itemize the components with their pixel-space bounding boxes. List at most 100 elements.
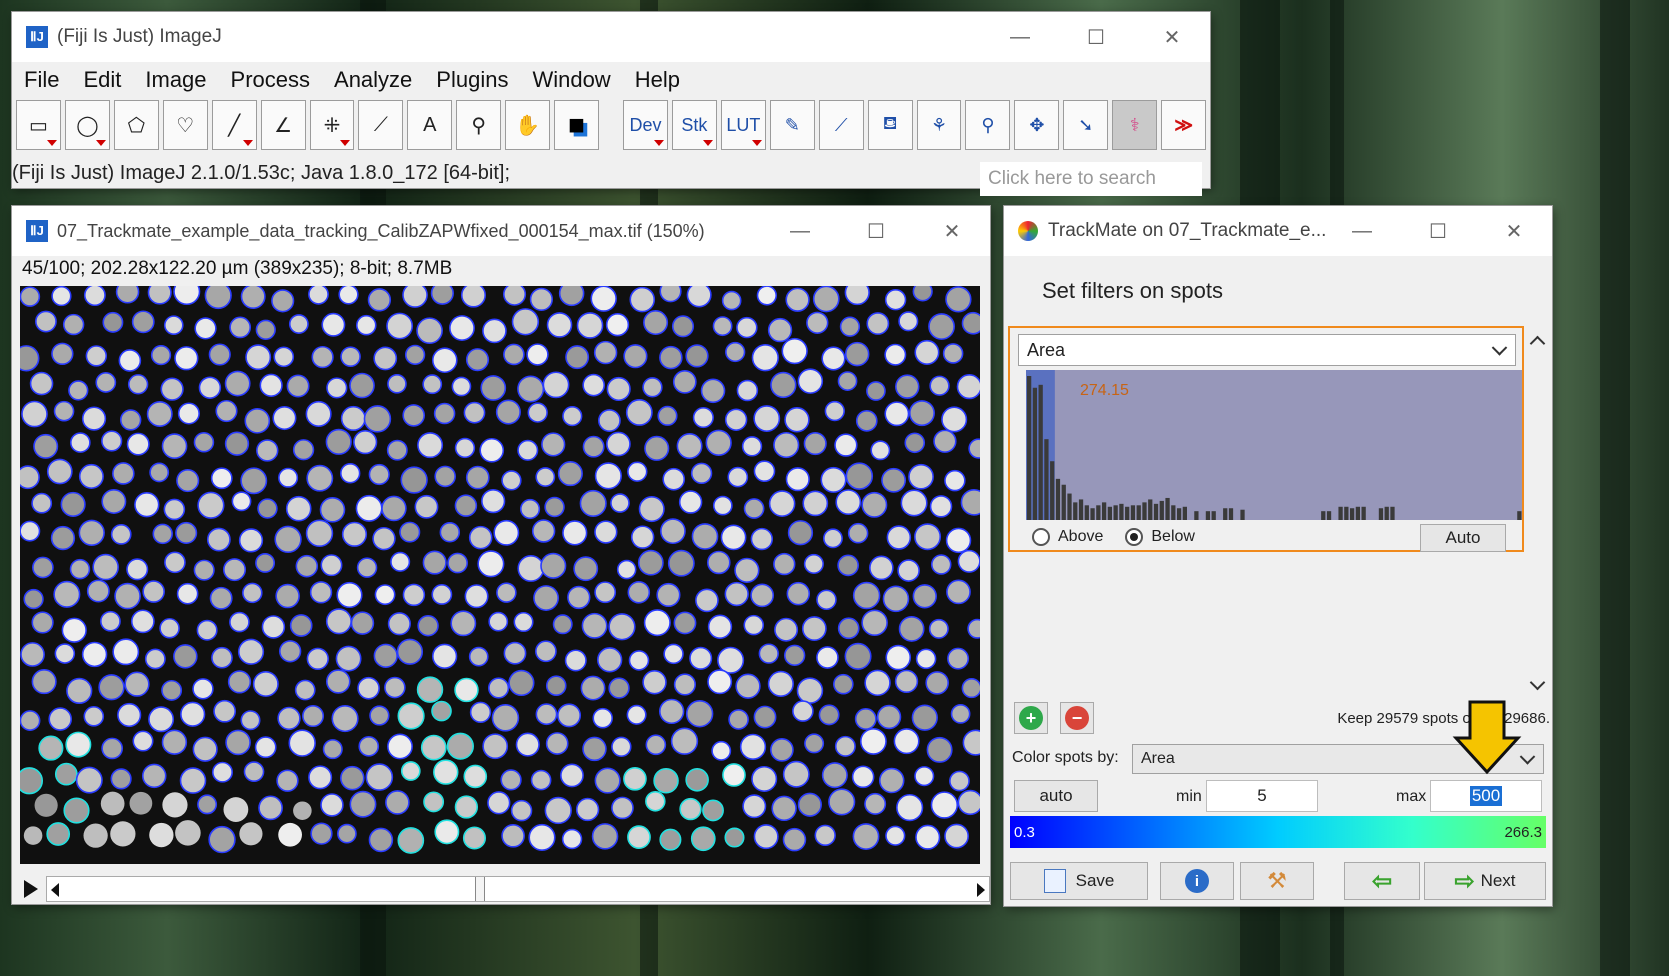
- magnifier-tool-icon[interactable]: ⚲: [456, 100, 502, 150]
- tree-tool-icon[interactable]: ⚕: [1112, 100, 1158, 150]
- above-radio[interactable]: [1032, 528, 1050, 546]
- add-filter-button[interactable]: +: [1014, 702, 1048, 734]
- filters-scrollbar[interactable]: [1528, 326, 1548, 698]
- close-button[interactable]: ✕: [1476, 206, 1552, 256]
- menu-process[interactable]: Process: [231, 67, 310, 93]
- angle-tool-icon[interactable]: ∠: [260, 100, 306, 150]
- menu-image[interactable]: Image: [145, 67, 206, 93]
- settings-button[interactable]: ⚒: [1240, 862, 1314, 900]
- hand-tool-icon[interactable]: ✋: [505, 100, 551, 150]
- flood-fill-icon[interactable]: ⛾: [867, 100, 913, 150]
- cell-spot: [469, 701, 492, 723]
- next-button[interactable]: ⇨ Next: [1424, 862, 1546, 900]
- image-titlebar[interactable]: ⅡJ 07_Trackmate_example_data_tracking_Ca…: [12, 206, 990, 256]
- close-button[interactable]: ✕: [1134, 12, 1210, 62]
- imagej-titlebar[interactable]: ⅡJ (Fiji Is Just) ImageJ — ☐ ✕: [12, 12, 1210, 62]
- oval-tool-icon[interactable]: ◯: [64, 100, 110, 150]
- menu-help[interactable]: Help: [635, 67, 680, 93]
- cell-spot: [321, 312, 346, 337]
- histogram-bar: [1211, 511, 1216, 520]
- filter-feature-select[interactable]: Area: [1018, 334, 1516, 366]
- color-picker-icon[interactable]: ■: [554, 100, 600, 150]
- histogram-bar: [1096, 505, 1101, 520]
- scroll-up-icon[interactable]: [1529, 335, 1546, 352]
- menu-window[interactable]: Window: [532, 67, 610, 93]
- feature-histogram[interactable]: 274.15: [1026, 370, 1522, 520]
- cell-spot: [770, 737, 794, 762]
- line-tool-icon[interactable]: ╱: [211, 100, 257, 150]
- cell-spot: [374, 584, 396, 606]
- close-button[interactable]: ✕: [914, 206, 990, 256]
- dev-menu[interactable]: Dev: [623, 100, 668, 150]
- cell-spot: [496, 582, 517, 603]
- segmentation-icon[interactable]: ⚘: [916, 100, 962, 150]
- maximize-button[interactable]: ☐: [1400, 206, 1476, 256]
- max-field[interactable]: 500: [1430, 780, 1542, 812]
- cell-spot: [835, 489, 862, 515]
- move-tool-icon[interactable]: ✥: [1014, 100, 1060, 150]
- polygon-tool-icon[interactable]: ⬠: [113, 100, 159, 150]
- stk-menu[interactable]: Stk: [671, 100, 717, 150]
- arrow-tool-icon[interactable]: ➘: [1063, 100, 1109, 150]
- cell-spot: [944, 469, 966, 492]
- cell-spot: [431, 584, 453, 605]
- maximize-button[interactable]: ☐: [1058, 12, 1134, 62]
- lut-menu[interactable]: LUT: [720, 100, 766, 150]
- stack-slice-scrollbar[interactable]: [46, 876, 990, 902]
- cell-spot: [707, 550, 731, 575]
- colorbar-max: 266.3: [1504, 824, 1542, 841]
- multipoint-tool-icon[interactable]: ⁜: [309, 100, 355, 150]
- pencil-tool-icon[interactable]: ✎: [769, 100, 815, 150]
- scroll-thumb[interactable]: [475, 877, 485, 901]
- more-tools-icon[interactable]: ≫: [1161, 100, 1207, 150]
- auto-threshold-button[interactable]: Auto: [1420, 524, 1506, 552]
- cell-spot: [786, 581, 811, 606]
- below-radio[interactable]: [1125, 528, 1144, 546]
- minimize-button[interactable]: —: [982, 12, 1058, 62]
- menu-file[interactable]: File: [24, 67, 59, 93]
- save-button[interactable]: Save: [1010, 862, 1148, 900]
- min-field[interactable]: 5: [1206, 780, 1318, 812]
- previous-button[interactable]: ⇦: [1344, 862, 1420, 900]
- trackmate-titlebar[interactable]: TrackMate on 07_Trackmate_e... — ☐ ✕: [1004, 206, 1552, 256]
- stk-menu-label: Stk: [681, 114, 708, 135]
- scroll-right-icon[interactable]: [977, 883, 985, 897]
- remove-filter-button[interactable]: −: [1060, 702, 1094, 734]
- auto-range-button[interactable]: auto: [1014, 780, 1098, 812]
- rectangle-tool-icon[interactable]: ▭: [16, 100, 61, 150]
- cell-spot: [306, 647, 329, 670]
- cell-spot: [947, 647, 970, 670]
- scroll-down-icon[interactable]: [1529, 674, 1546, 691]
- microscopy-image[interactable]: [20, 286, 980, 864]
- info-button[interactable]: i: [1160, 862, 1234, 900]
- menu-plugins[interactable]: Plugins: [436, 67, 508, 93]
- freehand-tool-icon[interactable]: ♡: [162, 100, 208, 150]
- wand-tool-icon[interactable]: ⟋: [358, 100, 404, 150]
- cell-spot: [517, 439, 539, 461]
- cell-spot: [416, 317, 443, 345]
- cell-spot: [196, 619, 218, 641]
- minimize-button[interactable]: —: [762, 206, 838, 256]
- cell-spot: [695, 588, 719, 613]
- zoom-lens-icon[interactable]: ⚲: [965, 100, 1011, 150]
- menu-analyze[interactable]: Analyze: [334, 67, 412, 93]
- maximize-button[interactable]: ☐: [838, 206, 914, 256]
- cell-spot: [503, 286, 527, 306]
- text-tool-icon[interactable]: A: [407, 100, 453, 150]
- cell-spot: [513, 611, 534, 633]
- cell-spot: [912, 286, 933, 302]
- histogram-bar: [1349, 508, 1355, 520]
- cell-spot: [957, 789, 980, 816]
- search-input[interactable]: Click here to search: [980, 162, 1202, 196]
- scroll-left-icon[interactable]: [51, 883, 59, 897]
- menu-edit[interactable]: Edit: [83, 67, 121, 93]
- cell-spot: [477, 550, 505, 578]
- cell-spot: [824, 400, 845, 422]
- histogram-bar: [1390, 506, 1395, 520]
- cell-spot: [400, 466, 428, 494]
- minimize-button[interactable]: —: [1324, 206, 1400, 256]
- play-icon[interactable]: [24, 880, 38, 898]
- histogram-bar: [1050, 461, 1055, 520]
- brush-tool-icon[interactable]: ⟋: [818, 100, 864, 150]
- cell-spot: [164, 551, 186, 574]
